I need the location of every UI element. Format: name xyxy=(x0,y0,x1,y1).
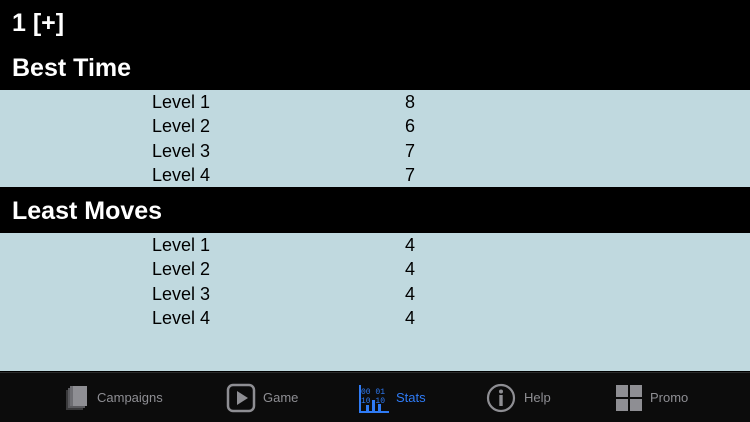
level-label: Level 3 xyxy=(152,141,211,161)
grid-icon xyxy=(614,383,644,413)
tab-promo[interactable]: Promo xyxy=(614,373,694,422)
page-title[interactable]: 1 [+] xyxy=(12,8,64,38)
level-value: 7 xyxy=(405,165,416,185)
stats-screen: 1 [+] Best Time Level 1 8 Level 2 6 Leve… xyxy=(0,0,750,422)
tab-bar: Campaigns Game 00 01 10 10 Stats Help Pr… xyxy=(0,372,750,422)
level-value: 6 xyxy=(405,116,416,136)
table-row: Level 3 7 xyxy=(0,139,750,163)
tab-stats[interactable]: 00 01 10 10 Stats xyxy=(358,373,438,422)
table-row: Level 3 4 xyxy=(0,282,750,306)
tab-game[interactable]: Game xyxy=(226,373,306,422)
tab-label: Campaigns xyxy=(97,390,163,405)
table-row: Level 2 4 xyxy=(0,257,750,281)
book-icon xyxy=(62,383,92,413)
level-label: Level 1 xyxy=(152,235,211,255)
level-label: Level 4 xyxy=(152,165,211,185)
level-value: 8 xyxy=(405,92,416,112)
play-icon xyxy=(226,383,256,413)
info-icon xyxy=(486,383,516,413)
tab-campaigns[interactable]: Campaigns xyxy=(62,373,172,422)
level-value: 4 xyxy=(405,259,416,279)
tab-label: Stats xyxy=(396,390,426,405)
level-value: 7 xyxy=(405,141,416,161)
stats-icon-text-top: 00 01 xyxy=(361,388,385,397)
best-time-table: Level 1 8 Level 2 6 Level 3 7 Level 4 7 xyxy=(0,90,750,187)
level-label: Level 1 xyxy=(152,92,211,112)
table-row: Level 4 7 xyxy=(0,163,750,187)
table-row: Level 4 4 xyxy=(0,306,750,330)
table-row: Level 1 8 xyxy=(0,90,750,114)
level-value: 4 xyxy=(405,284,416,304)
level-label: Level 2 xyxy=(152,259,211,279)
stats-icon: 00 01 10 10 xyxy=(358,383,389,413)
level-label: Level 4 xyxy=(152,308,211,328)
tab-label: Promo xyxy=(650,390,689,405)
tab-label: Game xyxy=(263,390,299,405)
least-moves-header: Least Moves xyxy=(12,197,163,225)
tab-help[interactable]: Help xyxy=(486,373,566,422)
level-label: Level 2 xyxy=(152,116,211,136)
least-moves-table: Level 1 4 Level 2 4 Level 3 4 Level 4 4 xyxy=(0,233,750,371)
level-label: Level 3 xyxy=(152,284,211,304)
best-time-header: Best Time xyxy=(12,54,132,82)
table-row: Level 1 4 xyxy=(0,233,750,257)
tab-label: Help xyxy=(524,390,551,405)
table-row: Level 2 6 xyxy=(0,114,750,138)
level-value: 4 xyxy=(405,235,416,255)
level-value: 4 xyxy=(405,308,416,328)
